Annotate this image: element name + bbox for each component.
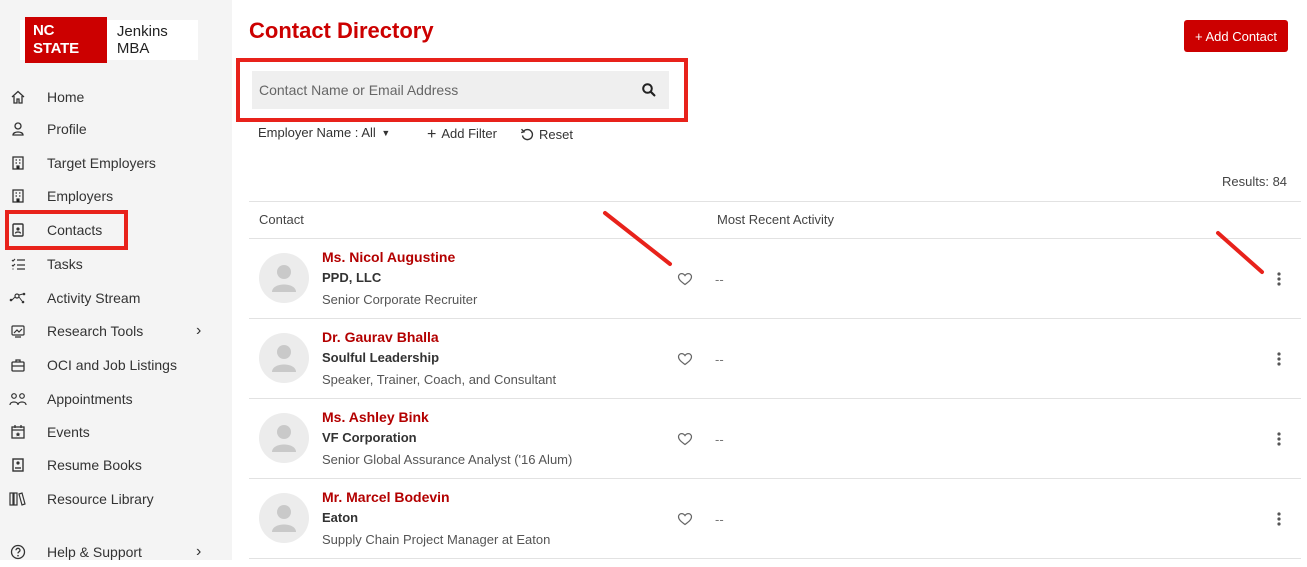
sidebar-item-label: Help & Support [47,544,142,560]
sidebar-item-profile[interactable]: Profile [0,114,232,144]
sidebar-item-appointments[interactable]: Appointments [0,384,232,414]
add-contact-button[interactable]: + Add Contact [1184,20,1288,52]
employer-filter-dropdown[interactable]: Employer Name : All ▼ [258,125,390,140]
contact-company: Soulful Leadership [322,350,440,365]
building-icon [9,154,27,172]
brand-logo[interactable]: NC STATE Jenkins MBA [20,17,198,63]
sidebar-item-label: Home [47,89,85,105]
sidebar-item-label: Resume Books [47,457,142,473]
avatar [259,413,309,463]
contact-name-link[interactable]: Ms. Nicol Augustine [322,249,455,265]
activity-value: -- [715,432,724,447]
contact-name-link[interactable]: Dr. Gaurav Bhalla [322,329,439,345]
sidebar-item-events[interactable]: Events [0,417,232,447]
help-icon [9,543,27,561]
sidebar-item-tasks[interactable]: Tasks [0,249,232,279]
table-row: Dr. Gaurav Bhalla Soulful Leadership Spe… [249,319,1301,399]
results-count: Results: 84 [1222,174,1288,189]
contact-title: Supply Chain Project Manager at Eaton [322,532,551,547]
contact-company: VF Corporation [322,430,417,445]
sidebar-item-label: Research Tools [47,323,144,339]
sidebar-item-resource-library[interactable]: Resource Library [0,484,232,514]
page-title: Contact Directory [249,18,434,43]
sidebar-item-label: Employers [47,188,114,204]
sidebar-item-label: Profile [47,121,87,137]
sidebar-item-label: OCI and Job Listings [47,357,177,373]
annotation-box-contacts [5,210,128,250]
table-row: Ms. Ashley Bink VF Corporation Senior Gl… [249,399,1301,479]
heart-icon[interactable] [677,512,693,526]
sidebar-item-label: Activity Stream [47,290,141,306]
building-icon [9,187,27,205]
heart-icon[interactable] [677,352,693,366]
add-filter-button[interactable]: + Add Filter [427,125,497,143]
sidebar-item-research-tools[interactable]: Research Tools › [0,316,232,346]
plus-icon: + [427,126,437,143]
brand-badge: NC STATE [25,17,107,63]
sidebar-item-activity-stream[interactable]: Activity Stream [0,283,232,313]
contact-name-link[interactable]: Ms. Ashley Bink [322,409,429,425]
sidebar-item-label: Resource Library [47,491,154,507]
people-icon [9,390,27,408]
contact-company: PPD, LLC [322,270,382,285]
sidebar-item-help-support[interactable]: Help & Support › [0,537,232,567]
brand-name: Jenkins MBA [116,23,168,57]
sidebar-item-label: Appointments [47,391,133,407]
sidebar-item-target-employers[interactable]: Target Employers [0,148,232,178]
divider [249,201,1301,202]
sidebar-item-resume-books[interactable]: Resume Books [0,450,232,480]
activity-icon [9,289,27,307]
divider [249,558,1301,559]
employer-filter-label: Employer Name : All [258,125,376,140]
caret-down-icon: ▼ [381,128,391,138]
add-filter-label: Add Filter [441,126,497,141]
activity-value: -- [715,512,724,527]
avatar [259,333,309,383]
home-icon [9,88,27,106]
column-header-contact[interactable]: Contact [259,212,304,227]
book-icon [9,456,27,474]
sidebar-item-label: Target Employers [47,155,156,171]
reset-icon [520,127,534,144]
more-options-icon[interactable] [1270,429,1288,449]
contact-title: Senior Global Assurance Analyst ('16 Alu… [322,452,573,467]
activity-value: -- [715,352,724,367]
research-icon [9,322,27,340]
sidebar-item-home[interactable]: Home [0,82,232,112]
more-options-icon[interactable] [1270,349,1288,369]
briefcase-icon [9,356,27,374]
more-options-icon[interactable] [1270,509,1288,529]
table-row: Ms. Nicol Augustine PPD, LLC Senior Corp… [249,239,1301,319]
chevron-right-icon: › [196,543,202,560]
library-icon [9,490,27,508]
heart-icon[interactable] [677,272,693,286]
sidebar-item-label: Tasks [47,256,83,272]
column-header-most-recent-activity[interactable]: Most Recent Activity [717,212,834,227]
sidebar-item-oci-job-listings[interactable]: OCI and Job Listings [0,350,232,380]
activity-value: -- [715,272,724,287]
annotation-box-search [236,58,688,122]
sidebar: NC STATE Jenkins MBA Home Profile Target… [0,0,232,560]
reset-label: Reset [539,127,573,142]
reset-button[interactable]: Reset [520,125,573,142]
calendar-icon [9,423,27,441]
avatar [259,253,309,303]
chevron-right-icon: › [196,322,202,339]
contact-title: Senior Corporate Recruiter [322,292,478,307]
heart-icon[interactable] [677,432,693,446]
avatar [259,493,309,543]
table-row: Mr. Marcel Bodevin Eaton Supply Chain Pr… [249,479,1301,559]
more-options-icon[interactable] [1270,269,1288,289]
sidebar-item-label: Events [47,424,90,440]
contact-company: Eaton [322,510,359,525]
contact-name-link[interactable]: Mr. Marcel Bodevin [322,489,450,505]
checklist-icon [9,255,27,273]
contact-title: Speaker, Trainer, Coach, and Consultant [322,372,557,387]
user-icon [9,120,27,138]
sidebar-item-employers[interactable]: Employers [0,181,232,211]
